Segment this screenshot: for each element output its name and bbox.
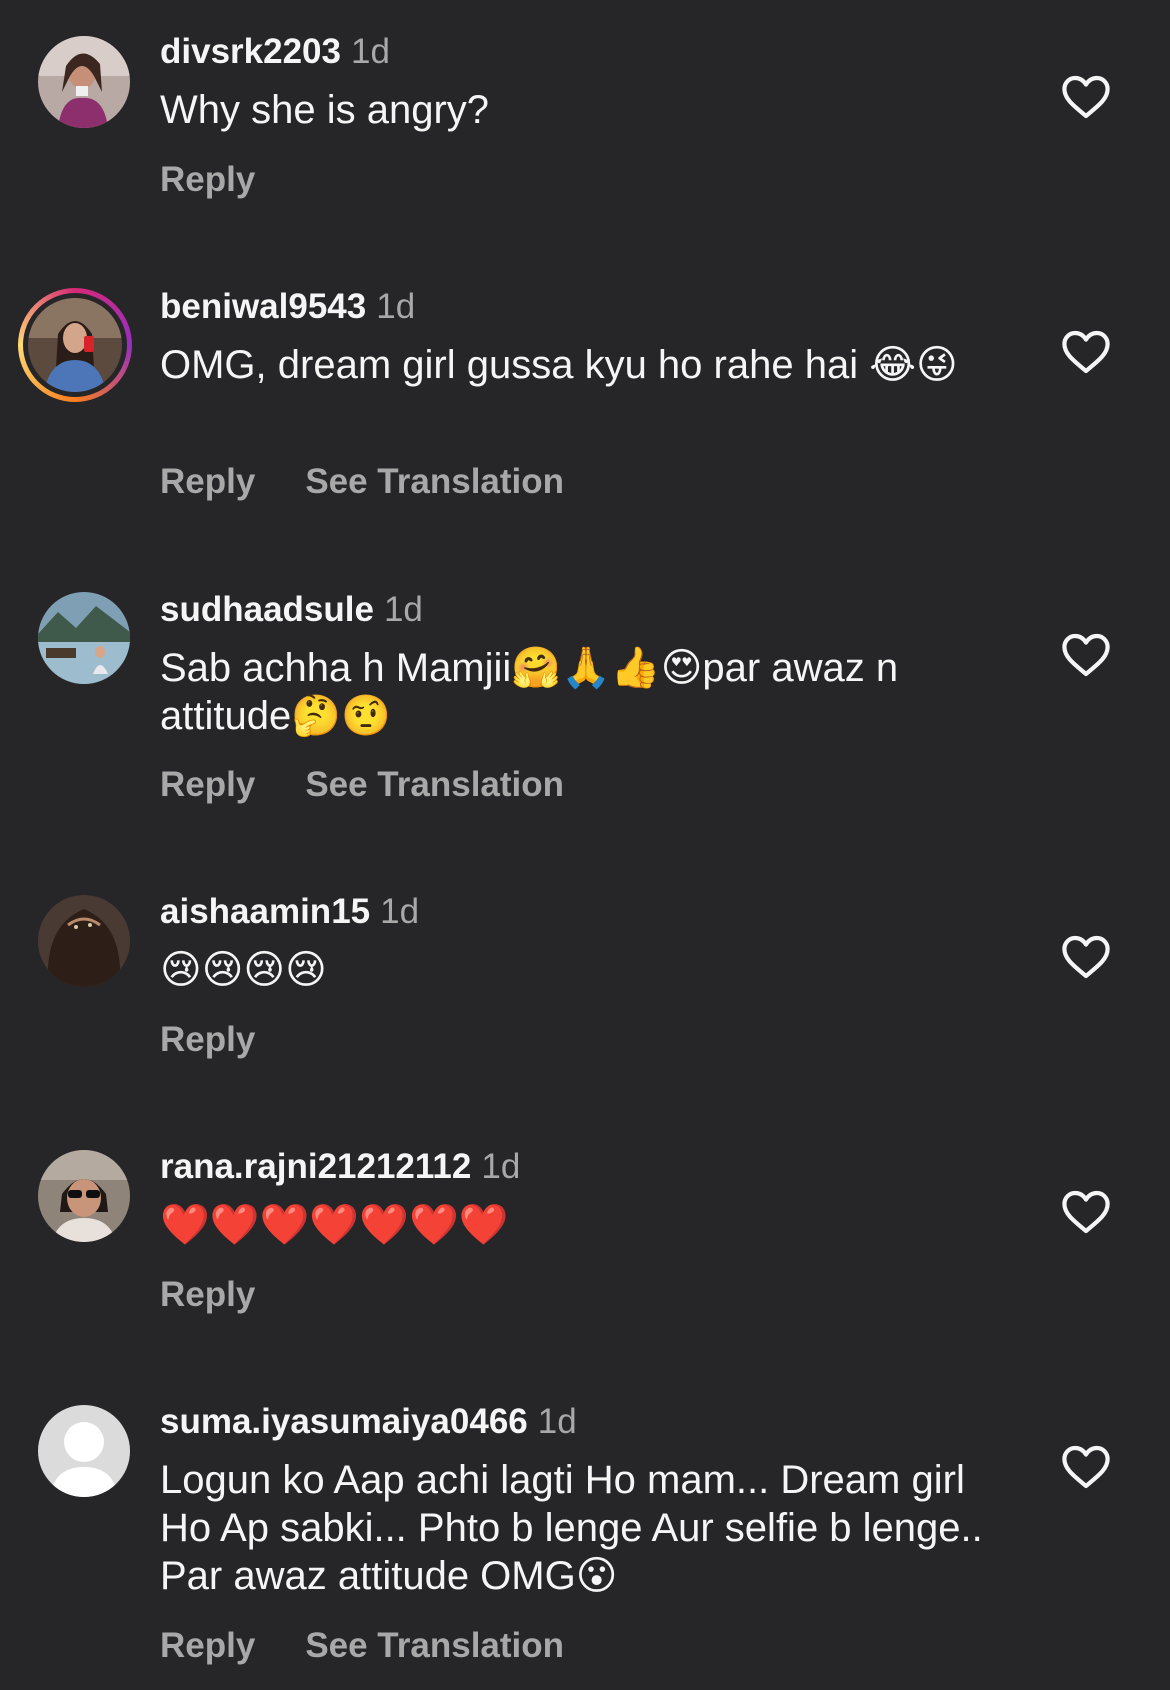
heart-outline-icon xyxy=(1062,75,1110,119)
see-translation-button[interactable]: See Translation xyxy=(305,462,564,502)
heart-outline-icon xyxy=(1062,935,1110,979)
comment-text: OMG, dream girl gussa kyu ho rahe hai 😂😜 xyxy=(160,343,958,387)
comment-text: ❤️❤️❤️❤️❤️❤️❤️ xyxy=(160,1203,509,1247)
avatar[interactable] xyxy=(38,1150,130,1242)
username[interactable]: divsrk2203 xyxy=(160,32,341,71)
reply-button[interactable]: Reply xyxy=(160,462,255,502)
avatar-photo xyxy=(38,1150,130,1242)
heart-outline-icon xyxy=(1062,633,1110,677)
like-button[interactable] xyxy=(1060,1188,1112,1236)
heart-outline-icon xyxy=(1062,1190,1110,1234)
username[interactable]: rana.rajni21212112 xyxy=(160,1147,471,1186)
comment-text: Why she is angry? xyxy=(160,88,490,132)
like-button[interactable] xyxy=(1060,328,1112,376)
username[interactable]: suma.iyasumaiya0466 xyxy=(160,1402,528,1441)
heart-outline-icon xyxy=(1062,1445,1110,1489)
like-button[interactable] xyxy=(1060,1443,1112,1491)
username[interactable]: beniwal9543 xyxy=(160,287,366,326)
see-translation-button[interactable]: See Translation xyxy=(305,1626,564,1666)
like-button[interactable] xyxy=(1060,73,1112,121)
comment-time: 1d xyxy=(376,287,416,326)
reply-button[interactable]: Reply xyxy=(160,765,255,805)
comment-text: Logun ko Aap achi lagti Ho mam... Dream … xyxy=(160,1458,983,1598)
avatar-photo xyxy=(38,895,130,987)
see-translation-button[interactable]: See Translation xyxy=(305,765,564,805)
comment-text: Sab achha h Mamjii🤗🙏👍😍par awaz n attitud… xyxy=(160,646,899,738)
like-button[interactable] xyxy=(1060,933,1112,981)
avatar-photo xyxy=(38,592,130,684)
avatar-photo xyxy=(28,298,122,392)
avatar-photo xyxy=(38,36,130,128)
avatar[interactable] xyxy=(38,592,130,684)
like-button[interactable] xyxy=(1060,631,1112,679)
avatar[interactable] xyxy=(38,36,130,128)
person-silhouette-icon xyxy=(38,1405,130,1497)
comment-time: 1d xyxy=(350,32,390,71)
reply-button[interactable]: Reply xyxy=(160,1020,255,1060)
avatar[interactable] xyxy=(38,895,130,987)
username[interactable]: sudhaadsule xyxy=(160,590,374,629)
comment-time: 1d xyxy=(537,1402,577,1441)
username[interactable]: aishaamin15 xyxy=(160,892,370,931)
heart-outline-icon xyxy=(1062,330,1110,374)
avatar[interactable] xyxy=(18,288,132,402)
reply-button[interactable]: Reply xyxy=(160,1626,255,1666)
reply-button[interactable]: Reply xyxy=(160,160,255,200)
comment-time: 1d xyxy=(481,1147,521,1186)
comment-time: 1d xyxy=(380,892,420,931)
comment-time: 1d xyxy=(383,590,423,629)
comment-text: 😢😢😢😢 xyxy=(160,948,327,992)
reply-button[interactable]: Reply xyxy=(160,1275,255,1315)
avatar[interactable] xyxy=(38,1405,130,1497)
